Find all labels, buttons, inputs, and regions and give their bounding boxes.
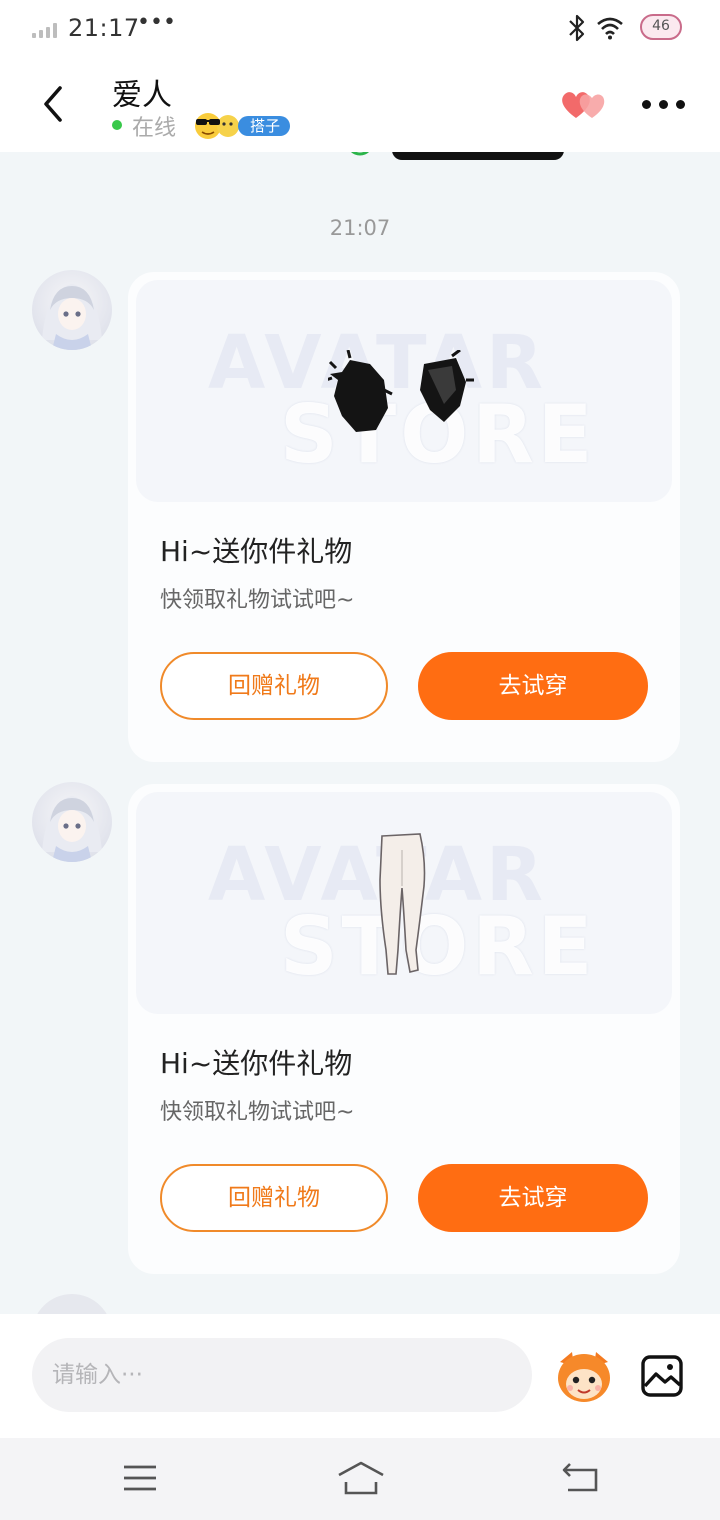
- signal-icon: [32, 20, 62, 38]
- home-icon[interactable]: [336, 1460, 386, 1496]
- gift-title: Hi~送你件礼物: [160, 1047, 353, 1080]
- online-status-dot: [112, 120, 122, 130]
- back-arrow-icon[interactable]: [38, 84, 68, 124]
- status-time: 21:17: [68, 14, 140, 42]
- system-navigation-bar: [0, 1438, 720, 1520]
- battery-level: 46: [652, 18, 670, 34]
- partner-badge: 搭子: [238, 116, 291, 136]
- bluetooth-icon: [569, 14, 585, 42]
- gift-image[interactable]: AVATAR STORE: [136, 792, 672, 1014]
- sunglasses-emoji-icon: [195, 113, 239, 139]
- gift-image[interactable]: AVATAR STORE: [136, 280, 672, 502]
- chat-messages-area[interactable]: 21:07 AVATAR STORE Hi~送你件礼物 快领取礼物试试吧~ 回赠…: [0, 152, 720, 1314]
- sender-avatar[interactable]: [32, 1294, 112, 1314]
- partial-message-bubble: [392, 152, 564, 160]
- gift-message-card: AVATAR STORE Hi~送你件礼物 快领取礼物试试吧~ 回赠礼物 去试穿: [128, 272, 680, 762]
- status-bar: 21:17 ••• 46: [0, 0, 720, 56]
- gift-message-card: AVATAR STORE Hi~送你件礼物 快领取礼物试试吧~ 回赠礼物 去试穿: [128, 784, 680, 1274]
- more-options-icon[interactable]: [640, 96, 686, 112]
- battery-icon: 46: [640, 14, 682, 40]
- image-watermark: STORE: [280, 900, 597, 993]
- gift-subtitle: 快领取礼物试试吧~: [160, 1100, 355, 1125]
- gift-title: Hi~送你件礼物: [160, 535, 353, 568]
- status-notification-dots: •••: [137, 10, 176, 35]
- wifi-icon: [597, 17, 623, 40]
- sender-avatar[interactable]: [32, 782, 112, 862]
- partial-message-icon: [350, 152, 370, 156]
- try-on-button[interactable]: 去试穿: [418, 1164, 648, 1232]
- image-picker-icon[interactable]: [640, 1354, 684, 1398]
- message-input-bar: [0, 1314, 720, 1438]
- try-on-button[interactable]: 去试穿: [418, 652, 648, 720]
- couple-hearts-icon[interactable]: [558, 86, 610, 122]
- return-gift-button[interactable]: 回赠礼物: [160, 652, 388, 720]
- message-timestamp: 21:07: [329, 216, 391, 240]
- back-nav-icon[interactable]: [560, 1462, 600, 1494]
- message-input[interactable]: [32, 1338, 532, 1412]
- sender-avatar[interactable]: [32, 270, 112, 350]
- chat-header: 爱人 在线 搭子: [0, 56, 720, 152]
- gift-subtitle: 快领取礼物试试吧~: [160, 588, 355, 613]
- contact-name[interactable]: 爱人: [112, 70, 172, 114]
- online-status-text: 在线: [132, 116, 177, 141]
- menu-icon[interactable]: [122, 1462, 158, 1494]
- cat-ears-icon: [328, 350, 474, 432]
- return-gift-button[interactable]: 回赠礼物: [160, 1164, 388, 1232]
- mascot-emoji-icon[interactable]: [554, 1348, 614, 1406]
- leggings-icon: [379, 833, 426, 975]
